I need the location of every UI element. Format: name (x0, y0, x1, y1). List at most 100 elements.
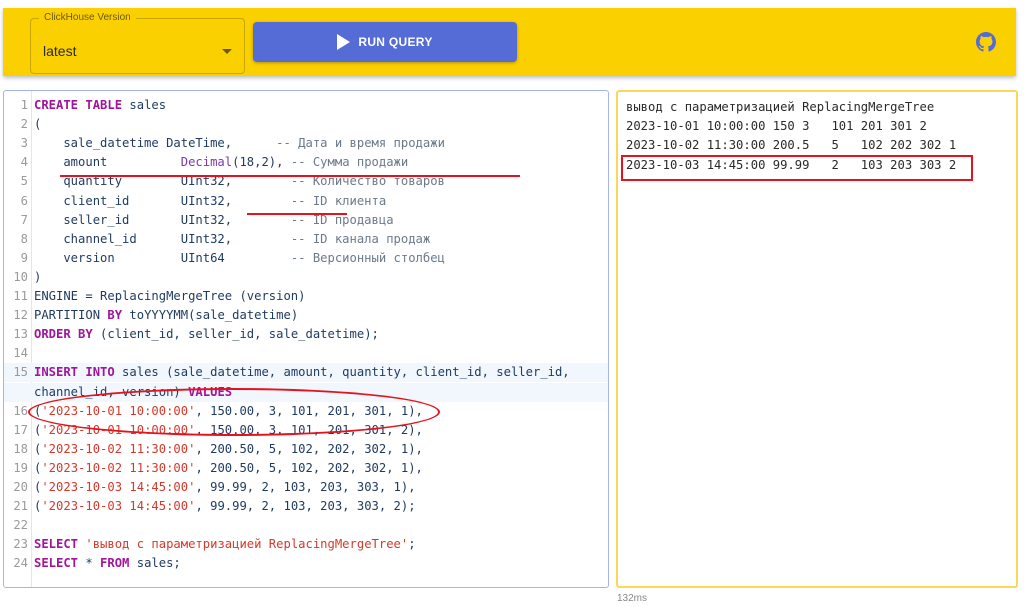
annotation-underline-version-column (60, 175, 520, 177)
code-token: CREATE TABLE (34, 98, 123, 112)
line-number: 21 (13, 499, 28, 514)
output-row: 2023-10-02 11:30:00 200.5 5 102 202 302 … (626, 138, 957, 153)
line-number: 9 (20, 250, 28, 265)
code-text: ( (34, 115, 41, 134)
code-token: sales (sale_datetime, amount, quantity, … (114, 365, 570, 380)
code-token: sales (122, 98, 167, 112)
code-text: client_id UInt32, -- ID клиента (34, 192, 386, 211)
code-line[interactable]: 3 sale_datetime DateTime, -- Дата и врем… (4, 134, 608, 153)
code-token: '2023-10-02 11:30:00' (41, 460, 196, 475)
run-query-button[interactable]: RUN QUERY (253, 22, 517, 62)
code-token: * (78, 556, 101, 571)
code-token: ) (34, 269, 42, 284)
code-text: version UInt64 -- Версионный столбец (34, 249, 445, 268)
code-line[interactable]: 6 client_id UInt32, -- ID клиента (4, 192, 608, 211)
code-text: SELECT * FROM sales; (34, 554, 181, 573)
code-line[interactable]: 23 SELECT 'вывод с параметризацией Replac… (4, 535, 608, 554)
code-token: , 200.50, 5, 102, 202, 302, 1), (195, 460, 423, 475)
line-number: 20 (13, 480, 28, 494)
output-row: 2023-10-01 10:00:00 150 3 101 201 301 2 (626, 119, 927, 134)
output-header-line: вывод с параметризацией ReplacingMergeTr… (626, 100, 935, 114)
code-token: SELECT (34, 556, 79, 571)
query-output-panel: вывод с параметризацией ReplacingMergeTr… (616, 90, 1018, 588)
code-text: sale_datetime DateTime, -- Дата и время … (34, 134, 445, 153)
code-line[interactable]: 20 ('2023-10-03 14:45:00', 99.99, 2, 103,… (4, 478, 608, 497)
code-token: ORDER BY (34, 327, 93, 342)
code-text: channel_id UInt32, -- ID канала продаж (34, 230, 430, 249)
clickhouse-version-select[interactable]: ClickHouse Version latest (30, 12, 245, 74)
code-token: client_id UInt32, (34, 193, 291, 208)
code-line[interactable]: 13 ORDER BY (client_id, seller_id, sale_d… (4, 325, 608, 344)
run-query-label: RUN QUERY (358, 35, 433, 49)
code-token: sales; (129, 556, 181, 571)
code-line[interactable]: 21 ('2023-10-03 14:45:00', 99.99, 2, 103,… (4, 497, 608, 516)
code-token: '2023-10-02 11:30:00' (41, 441, 196, 456)
code-line[interactable]: 9 version UInt64 -- Версионный столбец (4, 249, 608, 268)
version-value: latest (43, 43, 77, 59)
code-token: (client_id, seller_id, sale_datetime); (92, 327, 379, 342)
code-text: ENGINE = ReplacingMergeTree (version) (34, 287, 306, 306)
line-number: 1 (20, 98, 28, 112)
code-token: , 200.50, 5, 102, 202, 302, 1), (195, 441, 423, 456)
code-token: FROM (100, 556, 130, 571)
line-number: 10 (13, 269, 28, 284)
code-token: BY (107, 308, 123, 323)
code-token: ; (408, 537, 416, 552)
code-line[interactable]: 8 channel_id UInt32, -- ID канала продаж (4, 230, 608, 249)
code-line[interactable]: 11 ENGINE = ReplacingMergeTree (version) (4, 287, 608, 306)
code-token: ENGINE = ReplacingMergeTree (version) (34, 289, 306, 303)
line-number: 18 (13, 441, 28, 456)
code-text: ('2023-10-02 11:30:00', 200.50, 5, 102, … (34, 440, 423, 459)
code-line[interactable]: 19 ('2023-10-02 11:30:00', 200.50, 5, 102… (4, 459, 608, 478)
code-token: -- ID клиента (290, 193, 387, 208)
code-line[interactable]: 4 amount Decimal(18,2), -- Сумма продажи (4, 153, 608, 172)
annotation-underline-engine-param (247, 213, 347, 215)
code-line[interactable]: 15 INSERT INTO sales (sale_datetime, amou… (4, 363, 608, 383)
code-line[interactable]: 2( (4, 115, 608, 134)
sql-editor[interactable]: 1 CREATE TABLE sales 2(3 sale_datetime Dat… (3, 90, 609, 588)
code-line[interactable]: 10) (4, 268, 608, 287)
code-text: CREATE TABLE sales (34, 96, 166, 115)
line-number: 13 (13, 327, 28, 342)
line-number: 23 (13, 537, 28, 552)
code-text: ('2023-10-03 14:45:00', 99.99, 2, 103, 2… (34, 478, 416, 497)
line-number: 8 (20, 231, 28, 246)
code-token: , 99.99, 2, 103, 203, 303, 2); (195, 499, 416, 514)
annotation-ellipse-duplicate-rows (28, 388, 440, 436)
line-number: 11 (13, 289, 28, 303)
github-icon[interactable] (976, 32, 996, 52)
code-text: INSERT INTO sales (sale_datetime, amount… (34, 363, 570, 382)
code-line[interactable]: 1 CREATE TABLE sales (4, 96, 608, 115)
code-token: -- Дата и время продажи (276, 136, 445, 151)
code-text: SELECT 'вывод с параметризацией Replacin… (34, 535, 416, 554)
code-token: PARTITION (34, 308, 108, 323)
code-token: -- ID канала продаж (290, 231, 431, 246)
code-text: ) (34, 268, 41, 287)
code-token: amount (34, 155, 181, 170)
code-token: ( (34, 117, 42, 132)
code-token: (18,2), (232, 155, 291, 170)
dropdown-caret-icon (222, 49, 232, 54)
line-number: 5 (20, 174, 28, 189)
line-number: 17 (13, 422, 28, 437)
line-number: 19 (13, 460, 28, 475)
code-text: ('2023-10-02 11:30:00', 200.50, 5, 102, … (34, 459, 423, 478)
code-line[interactable]: 12 PARTITION BY toYYYYMM(sale_datetime) (4, 306, 608, 325)
line-number: 14 (13, 346, 28, 361)
code-token: INSERT INTO (34, 365, 115, 380)
line-number: 7 (20, 212, 28, 227)
output-row: 2023-10-03 14:45:00 99.99 2 103 203 303 … (626, 157, 957, 172)
line-number: 3 (20, 136, 28, 151)
play-icon (337, 34, 351, 50)
line-number: 16 (13, 403, 28, 418)
line-number: 15 (13, 365, 28, 380)
code-line[interactable]: 24 SELECT * FROM sales; (4, 554, 608, 573)
code-line[interactable]: 22 (4, 516, 608, 535)
code-text: ORDER BY (client_id, seller_id, sale_dat… (34, 325, 379, 344)
code-line[interactable]: 18 ('2023-10-02 11:30:00', 200.50, 5, 102… (4, 440, 608, 459)
code-token: channel_id UInt32, (34, 231, 291, 246)
code-token: -- Сумма продажи (290, 155, 409, 170)
code-line[interactable]: 14 (4, 344, 608, 363)
code-text: PARTITION BY toYYYYMM(sale_datetime) (34, 306, 298, 325)
code-token: , 99.99, 2, 103, 203, 303, 1), (195, 480, 416, 494)
